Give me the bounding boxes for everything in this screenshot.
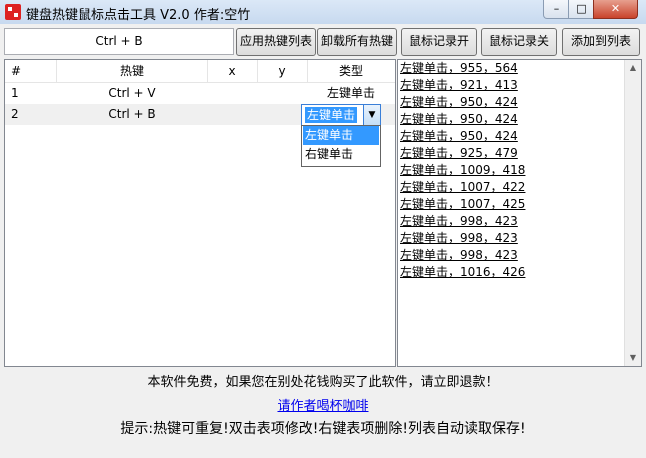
mouse-record-off-button[interactable]: 鼠标记录关 [481,28,557,56]
row-x [207,83,257,104]
log-entry[interactable]: 左键单击，950，424 [400,111,518,128]
type-select[interactable]: 左键单击 ▼ [301,104,381,126]
mouse-log-list[interactable]: 左键单击，955，564 左键单击，921，413 左键单击，950，424 左… [397,59,642,367]
column-header-y[interactable]: y [257,60,308,82]
column-header-hotkey[interactable]: 热键 [57,60,208,82]
type-select-value: 左键单击 [305,107,358,123]
chevron-down-icon[interactable]: ▼ [363,105,380,125]
log-entry[interactable]: 左键单击，921，413 [400,77,518,94]
type-dropdown-list: 左键单击 右键单击 [301,125,381,167]
row-y [257,83,307,104]
apply-hotkey-list-button[interactable]: 应用热键列表 [236,28,316,56]
log-entry[interactable]: 左键单击，1016，426 [400,264,525,281]
table-row[interactable]: 1 Ctrl + V 左键单击 [5,83,395,104]
close-button[interactable]: ✕ [593,0,638,19]
unload-all-hotkeys-button[interactable]: 卸载所有热键 [317,28,397,56]
log-entry[interactable]: 左键单击，925，479 [400,145,518,162]
log-entry[interactable]: 左键单击，950，424 [400,128,518,145]
table-header: # 热键 x y 类型 [5,60,395,83]
log-entry[interactable]: 左键单击，950，424 [400,94,518,111]
minimize-button[interactable]: – [543,0,570,19]
column-header-x[interactable]: x [207,60,258,82]
row-type: 左键单击 [326,86,375,100]
log-entry[interactable]: 左键单击，1009，418 [400,162,525,179]
type-option-left-click[interactable]: 左键单击 [303,126,379,145]
log-scrollbar[interactable]: ▲ ▼ [624,60,641,366]
column-header-index[interactable]: # [5,60,57,82]
log-entry[interactable]: 左键单击，998，423 [400,247,518,264]
row-y [257,104,307,125]
log-entry[interactable]: 左键单击，998，423 [400,213,518,230]
add-to-list-button[interactable]: 添加到列表 [562,28,640,56]
free-software-notice: 本软件免费，如果您在别处花钱购买了此软件，请立即退款！ [147,375,499,390]
type-option-right-click[interactable]: 右键单击 [303,145,379,164]
row-x [207,104,257,125]
scroll-down-icon[interactable]: ▼ [625,350,641,366]
title-bar: 键盘热键鼠标点击工具 V2.0 作者:空竹 – □ ✕ [0,0,646,24]
hotkey-input[interactable]: Ctrl + B [4,28,234,55]
log-entry[interactable]: 左键单击，998，423 [400,230,518,247]
log-entry[interactable]: 左键单击，1007，425 [400,196,525,213]
maximize-button[interactable]: □ [568,0,595,19]
log-entry[interactable]: 左键单击，1007，422 [400,179,525,196]
window-title: 键盘热键鼠标点击工具 V2.0 作者:空竹 [26,8,251,23]
row-hotkey: Ctrl + V [108,86,156,100]
app-icon [5,4,21,20]
buy-coffee-link-text[interactable]: 请作者喝杯咖啡 [277,399,368,414]
usage-tip: 提示:热键可重复!双击表项修改!右键表项删除!列表自动读取保存! [120,421,526,437]
row-index: 2 [11,107,19,121]
row-index: 1 [11,86,19,100]
scroll-up-icon[interactable]: ▲ [625,60,641,76]
buy-coffee-link: 请作者喝杯咖啡 [0,395,646,414]
mouse-record-on-button[interactable]: 鼠标记录开 [401,28,477,56]
row-hotkey: Ctrl + B [108,107,156,121]
log-entry[interactable]: 左键单击，955，564 [400,60,518,77]
column-header-type[interactable]: 类型 [307,60,395,82]
